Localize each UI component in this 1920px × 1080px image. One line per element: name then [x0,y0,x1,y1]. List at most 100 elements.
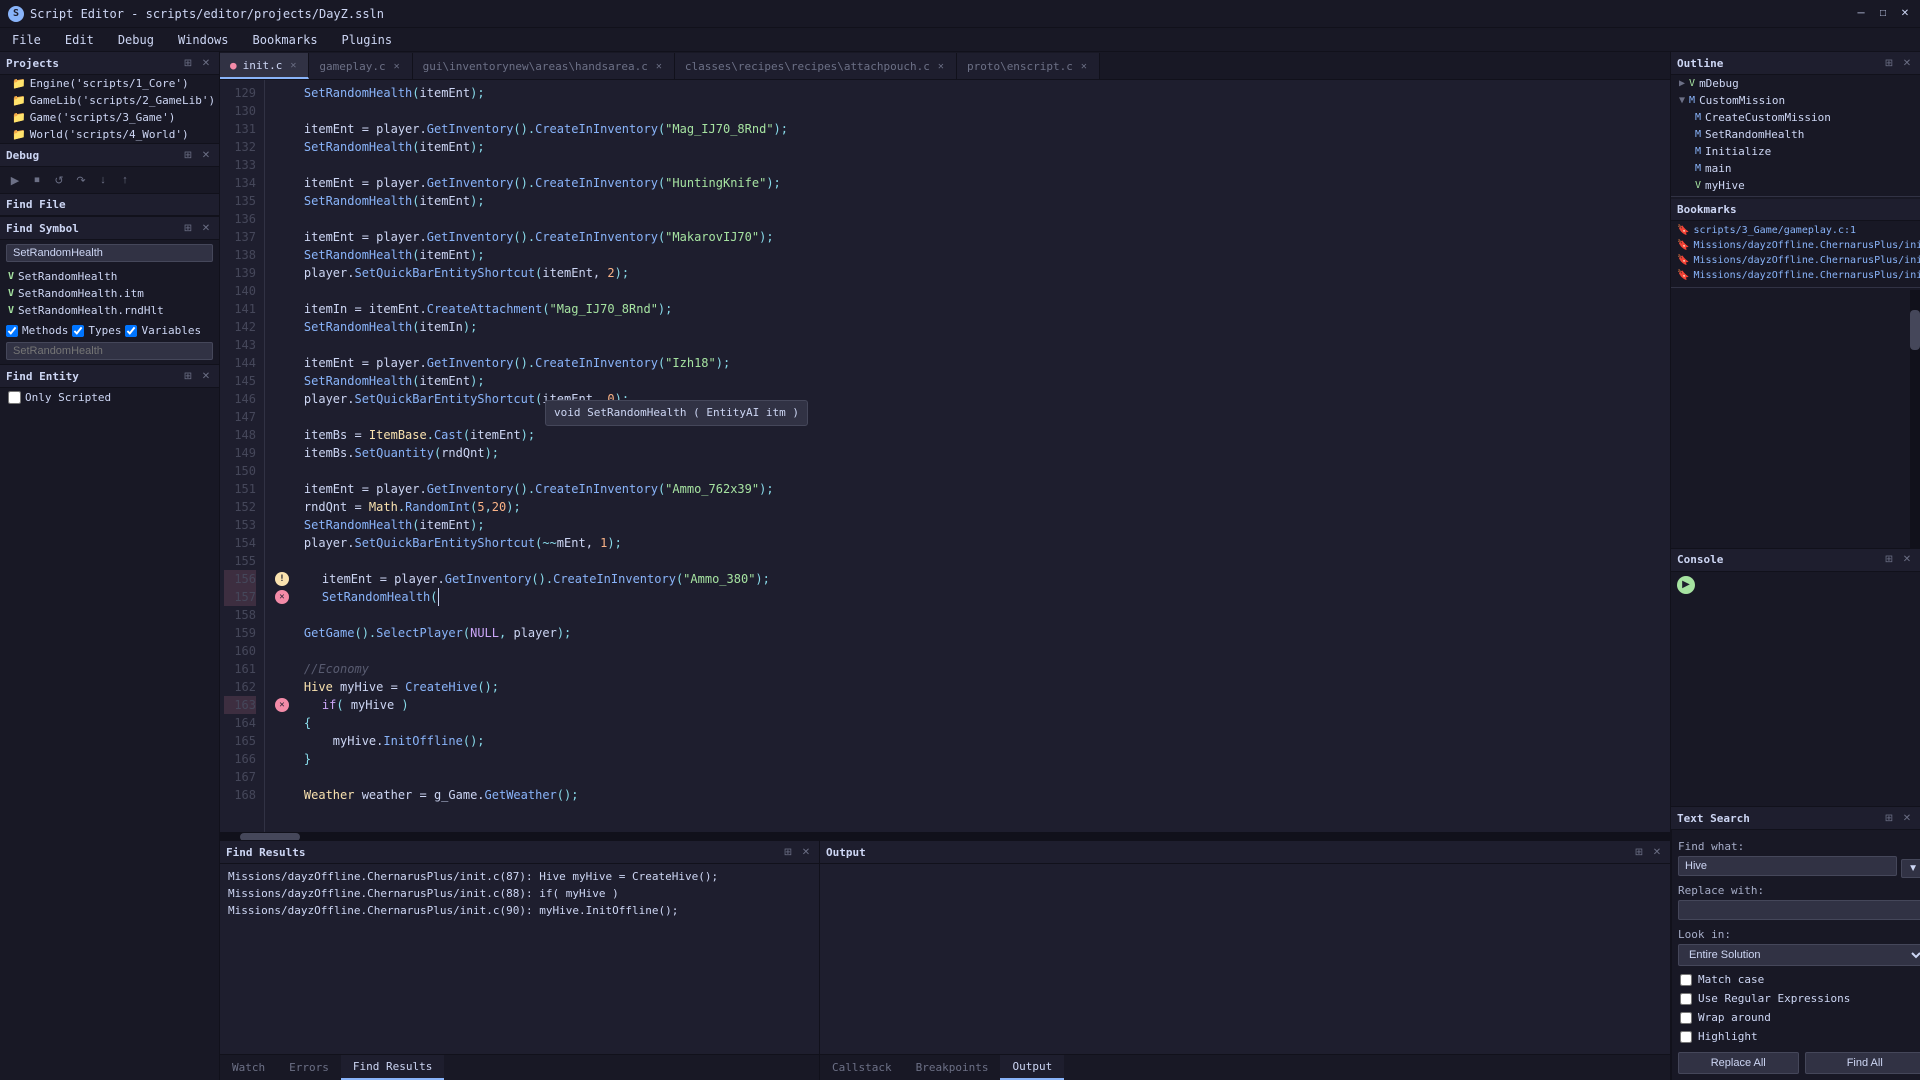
horizontal-scrollbar[interactable] [220,832,1670,840]
console-icon1[interactable]: ⊞ [1882,553,1896,567]
right-scrollbar[interactable] [1910,290,1920,548]
debug-stop-btn[interactable]: ⏹ [28,171,46,189]
close-button[interactable]: ✕ [1898,7,1912,21]
outline-icon1[interactable]: ⊞ [1882,56,1896,70]
tab-enscript[interactable]: proto\enscript.c ✕ [957,53,1100,79]
outline-CustomMission[interactable]: ▼ M CustomMission [1671,92,1920,109]
wrap-around-checkbox[interactable] [1680,1012,1692,1024]
console-label: Console [1677,553,1723,566]
tab-output[interactable]: Output [1000,1055,1064,1080]
tab-init[interactable]: ● init.c ✕ [220,53,309,79]
debug-icon1[interactable]: ⊞ [181,148,195,162]
only-scripted-checkbox[interactable] [8,391,21,404]
tab-close-handsarea[interactable]: ✕ [654,61,664,72]
code-line-165: myHive.InitOffline(); [273,732,1662,750]
find-entity-icon2[interactable]: ✕ [199,369,213,383]
console-run-button[interactable]: ▶ [1677,576,1695,594]
bookmark-2[interactable]: 🔖 Missions/dayzOffline.ChernarusPlus/ini… [1671,253,1920,268]
find-symbol-secondary-input[interactable] [6,342,213,360]
find-symbol-icon2[interactable]: ✕ [199,221,213,235]
find-all-button[interactable]: Find All [1805,1052,1920,1074]
tab-close-enscript[interactable]: ✕ [1079,61,1089,72]
find-entity-icon1[interactable]: ⊞ [181,369,195,383]
debug-step-over-btn[interactable]: ↷ [72,171,90,189]
symbol-item-2[interactable]: V SetRandomHealth.rndHlt [0,302,219,319]
menu-edit[interactable]: Edit [61,31,98,49]
projects-icon1[interactable]: ⊞ [181,56,195,70]
filter-types-checkbox[interactable] [72,325,84,337]
tab-watch[interactable]: Watch [220,1055,277,1080]
menu-plugins[interactable]: Plugins [338,31,397,49]
tab-close-init[interactable]: ✕ [288,60,298,71]
match-case-row: Match case [1678,970,1920,989]
replace-with-input[interactable] [1678,900,1920,920]
outline-mDebug[interactable]: ▶ V mDebug [1671,75,1920,92]
find-symbol-input[interactable] [6,244,213,262]
outline-myHive[interactable]: V myHive [1671,177,1920,194]
console-icon2[interactable]: ✕ [1900,553,1914,567]
find-results-icon2[interactable]: ✕ [799,845,813,859]
menu-windows[interactable]: Windows [174,31,233,49]
tab-callstack[interactable]: Callstack [820,1055,904,1080]
outline-CreateCustomMission[interactable]: M CreateCustomMission [1671,109,1920,126]
tab-breakpoints[interactable]: Breakpoints [904,1055,1001,1080]
project-game[interactable]: 📁 Game('scripts/3_Game') [0,109,219,126]
right-scrollbar-thumb[interactable] [1910,310,1920,350]
code-area[interactable]: 129130131132133 134135136137138 13914014… [220,80,1670,832]
maximize-button[interactable]: □ [1876,7,1890,21]
find-what-dropdown[interactable]: ▼ [1901,859,1920,878]
outline-SetRandomHealth[interactable]: M SetRandomHealth [1671,126,1920,143]
project-engine[interactable]: 📁 Engine('scripts/1_Core') [0,75,219,92]
menu-file[interactable]: File [8,31,45,49]
code-line-144: itemEnt = player.GetInventory().CreateIn… [273,354,1662,372]
look-in-select[interactable]: Entire Solution [1678,944,1920,966]
find-what-input[interactable] [1678,856,1897,876]
code-line-130 [273,102,1662,120]
tab-close-attachpouch[interactable]: ✕ [936,61,946,72]
symbol-item-1[interactable]: V SetRandomHealth.itm [0,285,219,302]
outline-icon2[interactable]: ✕ [1900,56,1914,70]
tab-errors[interactable]: Errors [277,1055,341,1080]
output-icon1[interactable]: ⊞ [1632,845,1646,859]
tab-gameplay[interactable]: gameplay.c ✕ [309,53,412,79]
replace-all-button[interactable]: Replace All [1678,1052,1799,1074]
debug-restart-btn[interactable]: ↺ [50,171,68,189]
outline-Initialize[interactable]: M Initialize [1671,143,1920,160]
bookmark-3[interactable]: 🔖 Missions/dayzOffline.ChernarusPlus/ini… [1671,268,1920,283]
highlight-checkbox[interactable] [1680,1031,1692,1043]
bookmark-1[interactable]: 🔖 Missions/dayzOffline.ChernarusPlus/ini… [1671,238,1920,253]
debug-step-in-btn[interactable]: ↓ [94,171,112,189]
projects-icon2[interactable]: ✕ [199,56,213,70]
filter-variables-checkbox[interactable] [125,325,137,337]
tab-attachpouch[interactable]: classes\recipes\recipes\attachpouch.c ✕ [675,53,957,79]
code-editor[interactable]: SetRandomHealth(itemEnt); itemEnt = play… [265,80,1670,832]
output-icon2[interactable]: ✕ [1650,845,1664,859]
outline-main[interactable]: M main [1671,160,1920,177]
tab-find-results[interactable]: Find Results [341,1055,444,1080]
console-panel-header: Console ⊞ ✕ [1671,549,1920,572]
match-case-checkbox[interactable] [1680,974,1692,986]
project-world[interactable]: 📁 World('scripts/4_World') [0,126,219,143]
menu-bookmarks[interactable]: Bookmarks [249,31,322,49]
tab-handsarea[interactable]: gui\inventorynew\areas\handsarea.c ✕ [413,53,675,79]
bookmark-0[interactable]: 🔖 scripts/3_Game/gameplay.c:1 [1671,223,1920,238]
filter-methods-checkbox[interactable] [6,325,18,337]
find-entity-label: Find Entity [6,370,79,383]
find-result-1[interactable]: Missions/dayzOffline.ChernarusPlus/init.… [228,885,811,902]
find-result-0[interactable]: Missions/dayzOffline.ChernarusPlus/init.… [228,868,811,885]
project-gamelib[interactable]: 📁 GameLib('scripts/2_GameLib') [0,92,219,109]
menu-debug[interactable]: Debug [114,31,158,49]
debug-step-out-btn[interactable]: ↑ [116,171,134,189]
debug-icon2[interactable]: ✕ [199,148,213,162]
tab-close-gameplay[interactable]: ✕ [392,61,402,72]
debug-run-btn[interactable]: ▶ [6,171,24,189]
minimize-button[interactable]: ─ [1854,7,1868,21]
text-search-icon2[interactable]: ✕ [1900,811,1914,825]
find-results-icon1[interactable]: ⊞ [781,845,795,859]
symbol-item-0[interactable]: V SetRandomHealth [0,268,219,285]
find-symbol-icon1[interactable]: ⊞ [181,221,195,235]
text-search-label: Text Search [1677,812,1750,825]
use-regex-checkbox[interactable] [1680,993,1692,1005]
find-result-2[interactable]: Missions/dayzOffline.ChernarusPlus/init.… [228,902,811,919]
text-search-icon1[interactable]: ⊞ [1882,811,1896,825]
